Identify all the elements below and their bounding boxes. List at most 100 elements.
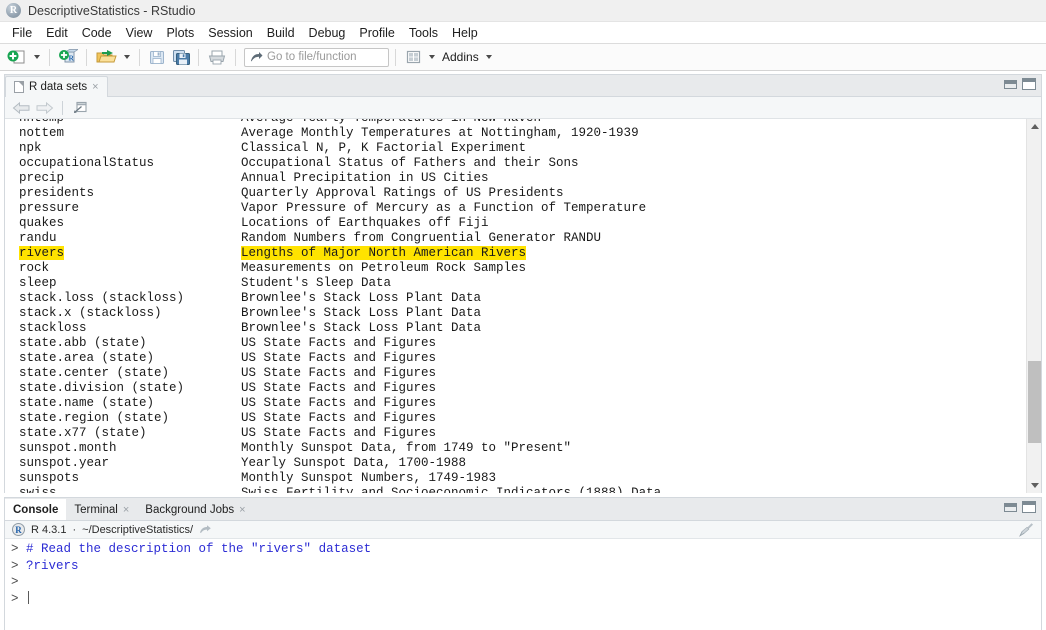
minimize-pane-icon[interactable] [1004,502,1017,512]
addins-button[interactable]: Addins [440,50,481,64]
dataset-name[interactable]: precip [19,171,241,186]
dataset-row[interactable]: state.area (state) US State Facts and Fig… [19,351,1026,366]
console-output[interactable]: > # Read the description of the "rivers"… [5,539,1041,630]
menu-plots[interactable]: Plots [159,24,201,42]
dataset-row[interactable]: sunspots Monthly Sunspot Numbers, 1749-19… [19,471,1026,486]
save-all-button[interactable] [170,46,192,68]
open-file-button[interactable] [93,46,119,68]
new-file-dropdown-caret-icon[interactable] [34,55,40,59]
dataset-name[interactable]: state.division (state) [19,381,241,396]
dataset-name[interactable]: state.center (state) [19,366,241,381]
dataset-row[interactable]: state.division (state) US State Facts and… [19,381,1026,396]
menu-debug[interactable]: Debug [302,24,353,42]
workspace-panes-button[interactable] [402,46,424,68]
dataset-row[interactable]: npk Classical N, P, K Factorial Experimen… [19,141,1026,156]
dataset-name[interactable]: sunspots [19,471,241,486]
panes-dropdown-caret-icon[interactable] [429,55,435,59]
tab-close-icon[interactable]: × [239,504,245,516]
working-directory-label[interactable]: ~/DescriptiveStatistics/ [82,524,193,536]
dataset-name[interactable]: nhtemp [19,119,241,126]
tab-background-jobs[interactable]: Background Jobs × [137,499,253,520]
dataset-row[interactable]: stack.x (stackloss) Brownlee's Stack Loss… [19,306,1026,321]
dataset-name[interactable]: sleep [19,276,241,291]
dataset-row[interactable]: stack.loss (stackloss) Brownlee's Stack L… [19,291,1026,306]
dataset-name-text: rivers [19,246,65,260]
dataset-row[interactable]: nottem Average Monthly Temperatures at No… [19,126,1026,141]
menu-profile[interactable]: Profile [352,24,401,42]
show-in-new-window-icon[interactable] [71,100,89,115]
dataset-row[interactable]: rivers Lengths of Major North American Ri… [19,246,1026,261]
dataset-row[interactable]: state.center (state) US State Facts and F… [19,366,1026,381]
dataset-name[interactable]: state.area (state) [19,351,241,366]
dataset-row[interactable]: sunspot.year Yearly Sunspot Data, 1700-19… [19,456,1026,471]
scroll-down-arrow-icon[interactable] [1027,478,1041,493]
save-button[interactable] [146,46,168,68]
broom-clear-console-icon[interactable] [1018,522,1034,537]
dataset-row[interactable]: occupationalStatus Occupational Status of… [19,156,1026,171]
tab-r-data-sets[interactable]: R data sets × [5,76,108,97]
dataset-name[interactable]: rock [19,261,241,276]
menu-session[interactable]: Session [201,24,259,42]
goto-file-function-input[interactable]: Go to file/function [244,47,389,67]
maximize-pane-icon[interactable] [1022,501,1036,513]
dataset-name[interactable]: npk [19,141,241,156]
dataset-name[interactable]: sunspot.year [19,456,241,471]
tab-console[interactable]: Console [5,499,67,520]
menu-edit[interactable]: Edit [39,24,75,42]
open-file-dropdown-caret-icon[interactable] [124,55,130,59]
dataset-name[interactable]: sunspot.month [19,441,241,456]
dataset-name[interactable]: pressure [19,201,241,216]
dataset-row[interactable]: sleep Student's Sleep Data [19,276,1026,291]
dataset-name-text: state.abb (state) [19,336,147,350]
dataset-row[interactable]: nhtemp Average Yearly Temperatures in New… [19,119,1026,126]
menu-view[interactable]: View [119,24,160,42]
scroll-up-arrow-icon[interactable] [1027,119,1041,134]
arrow-right-icon[interactable] [35,101,54,115]
dataset-name[interactable]: state.abb (state) [19,336,241,351]
dataset-name[interactable]: state.region (state) [19,411,241,426]
dataset-name[interactable]: stack.loss (stackloss) [19,291,241,306]
tab-close-icon[interactable]: × [92,81,98,93]
menu-tools[interactable]: Tools [402,24,445,42]
scrollbar-thumb[interactable] [1028,361,1041,443]
tab-terminal[interactable]: Terminal × [66,499,137,520]
arrow-left-icon[interactable] [12,101,31,115]
dataset-name[interactable]: rivers [19,246,241,261]
dataset-row[interactable]: quakes Locations of Earthquakes off Fiji [19,216,1026,231]
dataset-row[interactable]: randu Random Numbers from Congruential Ge… [19,231,1026,246]
dataset-row[interactable]: presidents Quarterly Approval Ratings of … [19,186,1026,201]
menu-help[interactable]: Help [445,24,485,42]
dataset-name[interactable]: swiss [19,486,241,493]
dataset-row[interactable]: swiss Swiss Fertility and Socioeconomic I… [19,486,1026,493]
dataset-name[interactable]: stackloss [19,321,241,336]
dataset-row[interactable]: pressure Vapor Pressure of Mercury as a F… [19,201,1026,216]
new-file-button[interactable] [5,46,29,68]
dataset-row[interactable]: stackloss Brownlee's Stack Loss Plant Dat… [19,321,1026,336]
dataset-name[interactable]: state.name (state) [19,396,241,411]
menu-file[interactable]: File [5,24,39,42]
print-button[interactable] [205,46,229,68]
new-project-button[interactable]: R [56,46,80,68]
menu-build[interactable]: Build [260,24,302,42]
dataset-name[interactable]: state.x77 (state) [19,426,241,441]
maximize-pane-icon[interactable] [1022,78,1036,90]
dataset-row[interactable]: state.x77 (state) US State Facts and Figu… [19,426,1026,441]
dataset-name[interactable]: occupationalStatus [19,156,241,171]
dataset-name[interactable]: presidents [19,186,241,201]
dataset-name[interactable]: nottem [19,126,241,141]
dataset-row[interactable]: rock Measurements on Petroleum Rock Sampl… [19,261,1026,276]
open-directory-arrow-icon[interactable] [199,524,212,535]
help-vertical-scrollbar[interactable] [1026,119,1041,493]
dataset-name[interactable]: quakes [19,216,241,231]
dataset-name[interactable]: stack.x (stackloss) [19,306,241,321]
dataset-name[interactable]: randu [19,231,241,246]
dataset-row[interactable]: sunspot.month Monthly Sunspot Data, from … [19,441,1026,456]
menu-code[interactable]: Code [75,24,119,42]
dataset-row[interactable]: state.abb (state) US State Facts and Figu… [19,336,1026,351]
dataset-row[interactable]: state.region (state) US State Facts and F… [19,411,1026,426]
addins-dropdown-caret-icon[interactable] [485,55,492,59]
dataset-row[interactable]: precip Annual Precipitation in US Cities [19,171,1026,186]
dataset-row[interactable]: state.name (state) US State Facts and Fig… [19,396,1026,411]
tab-close-icon[interactable]: × [123,504,129,516]
minimize-pane-icon[interactable] [1004,79,1017,89]
